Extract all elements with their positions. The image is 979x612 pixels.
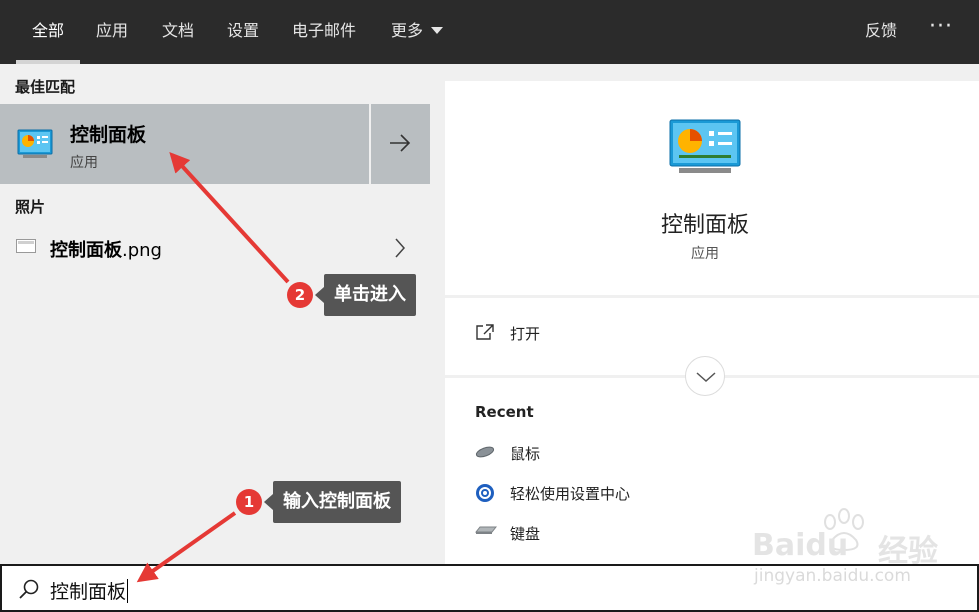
annotation-badge-2: 2 <box>287 282 313 308</box>
annotation-callout-2: 单击进入 <box>315 274 416 316</box>
annotation-arrow-1 <box>136 511 237 583</box>
annotation-arrows <box>136 152 290 583</box>
annotation-badge-1: 1 <box>236 489 262 515</box>
annotation-arrow-2 <box>169 152 290 284</box>
annotation-callout-1: 输入控制面板 <box>264 481 401 523</box>
